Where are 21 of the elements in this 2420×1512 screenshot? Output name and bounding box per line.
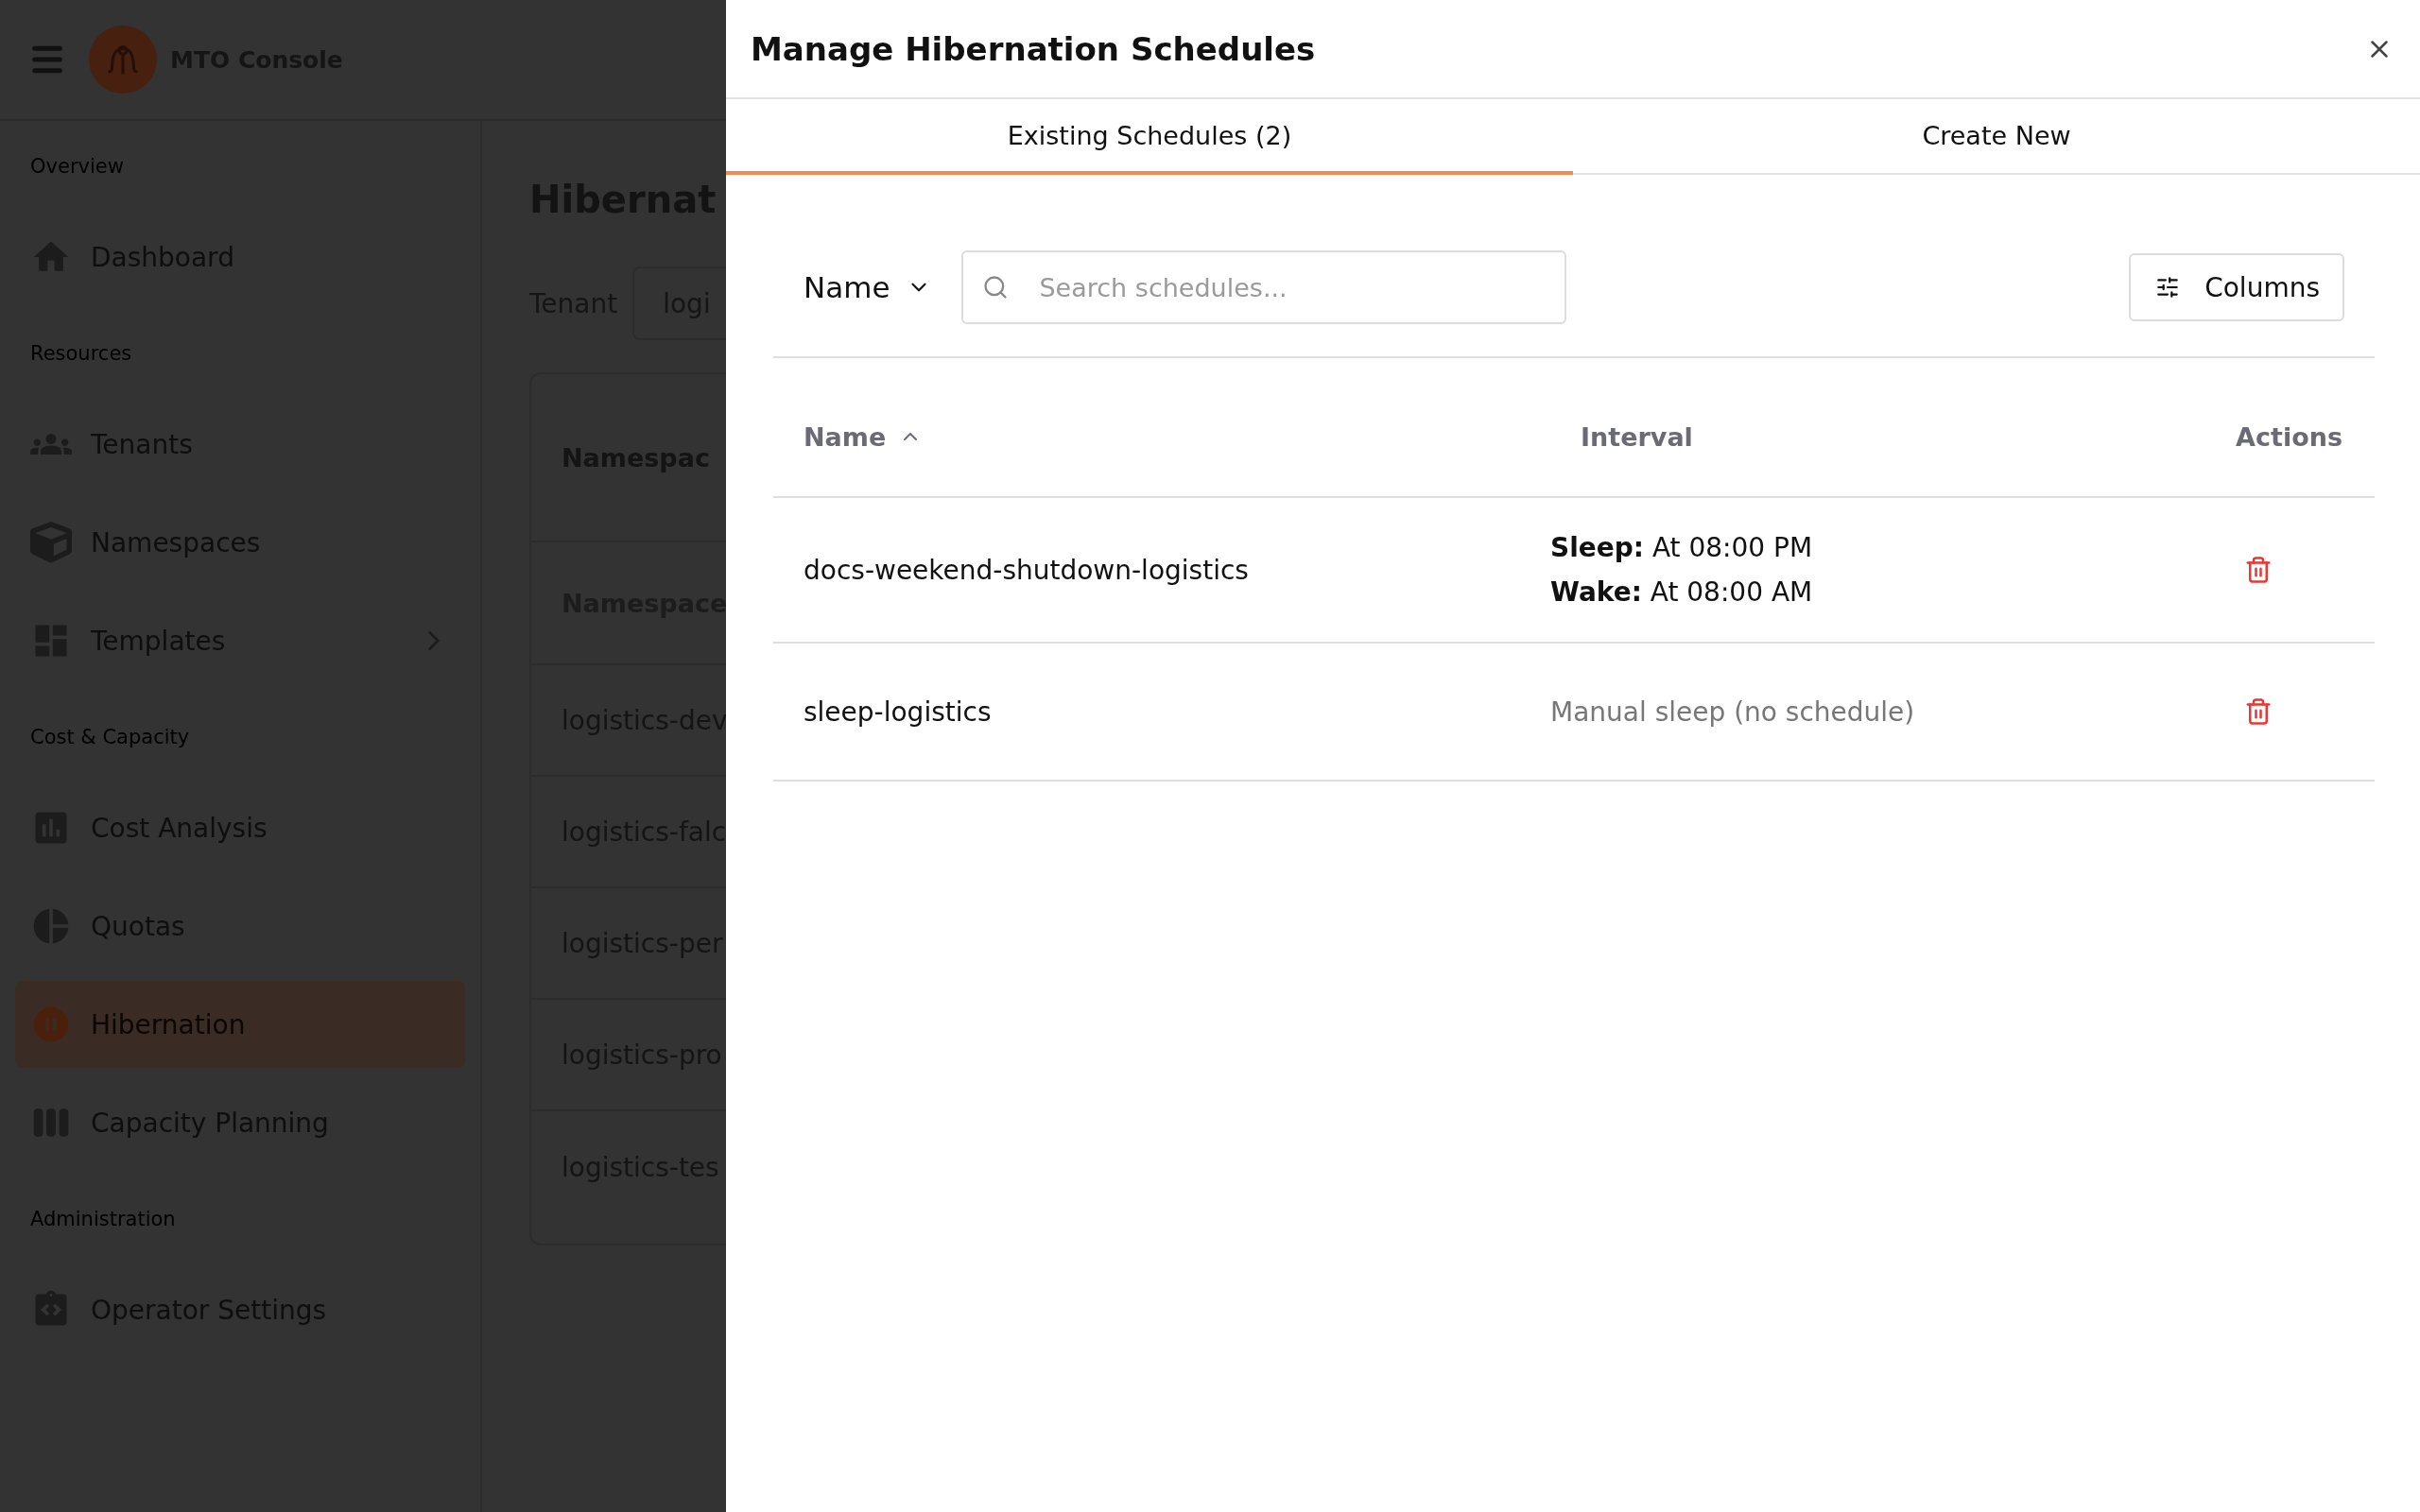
trash-icon	[2244, 697, 2273, 726]
search-icon	[982, 274, 1010, 301]
field-select[interactable]: Name	[773, 250, 962, 324]
cube-icon	[30, 522, 72, 563]
columns-button[interactable]: Columns	[2129, 253, 2344, 321]
schedule-name: docs-weekend-shutdown-logistics	[803, 554, 1250, 586]
column-header[interactable]: Name	[773, 421, 1550, 453]
sliders-icon	[2155, 275, 2181, 300]
delete-button[interactable]	[2244, 697, 2273, 726]
schedule-name: sleep-logistics	[803, 696, 993, 728]
column-header[interactable]: Actions	[2167, 421, 2375, 453]
search-field[interactable]: Search schedules...	[961, 250, 1567, 324]
tab[interactable]: Create New	[1573, 99, 2420, 175]
column-header[interactable]: Interval	[1550, 421, 2167, 453]
interval-text: Manual sleep (no schedule)	[1550, 696, 1916, 728]
delete-button[interactable]	[2244, 556, 2273, 584]
tab[interactable]: Existing Schedules (2)	[726, 99, 1573, 175]
modal-title: Manage Hibernation Schedules	[751, 29, 1316, 68]
interval-text: Sleep: At 08:00 PM	[1550, 532, 1814, 563]
trash-icon	[2244, 556, 2273, 584]
interval-text: Wake: At 08:00 AM	[1550, 576, 1814, 608]
